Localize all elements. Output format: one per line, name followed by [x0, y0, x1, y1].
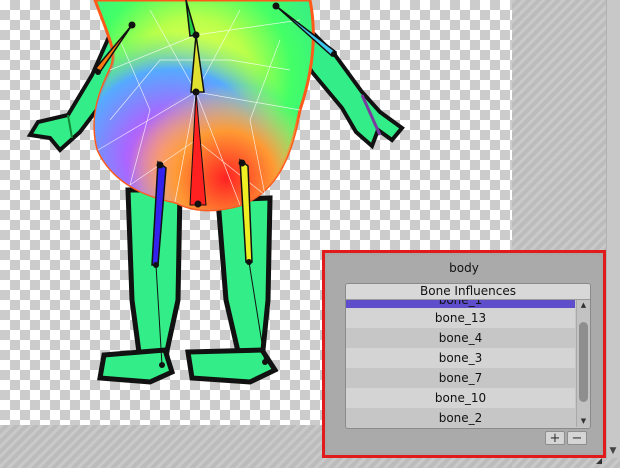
list-item-bone-13[interactable]: bone_13	[346, 308, 575, 328]
list-item-bone-7[interactable]: bone_7	[346, 368, 575, 388]
list-item-bone-3[interactable]: bone_3	[346, 348, 575, 368]
panel-title: body	[449, 261, 479, 275]
list-body[interactable]: bone_1 bone_13 bone_4 bone_3 bone_7 bone…	[346, 300, 575, 427]
list-item-bone-4[interactable]: bone_4	[346, 328, 575, 348]
list-header: Bone Influences	[346, 284, 590, 300]
bone-influences-panel: body Bone Influences bone_1 bone_13 bone…	[322, 250, 606, 458]
add-bone-button[interactable]: +	[545, 431, 565, 445]
scrollbar-thumb[interactable]	[579, 322, 588, 402]
list-scrollbar[interactable]: ▲ ▼	[576, 300, 590, 427]
scroll-down-arrow-icon[interactable]: ▼	[606, 444, 620, 458]
vertical-scrollbar[interactable]	[606, 0, 620, 458]
scroll-up-icon[interactable]: ▲	[577, 300, 590, 311]
scroll-down-icon[interactable]: ▼	[577, 416, 590, 427]
resize-handle-icon[interactable]	[596, 458, 602, 464]
left-leg[interactable]	[97, 187, 183, 385]
list-item-bone-2[interactable]: bone_2	[346, 408, 575, 427]
right-leg[interactable]	[185, 195, 279, 385]
bone-influence-list[interactable]: Bone Influences bone_1 bone_13 bone_4 bo…	[345, 283, 591, 429]
list-item-bone-1[interactable]: bone_1	[346, 300, 575, 308]
list-item-bone-10[interactable]: bone_10	[346, 388, 575, 408]
panel-body: body Bone Influences bone_1 bone_13 bone…	[327, 255, 601, 453]
remove-bone-button[interactable]: −	[567, 431, 587, 445]
